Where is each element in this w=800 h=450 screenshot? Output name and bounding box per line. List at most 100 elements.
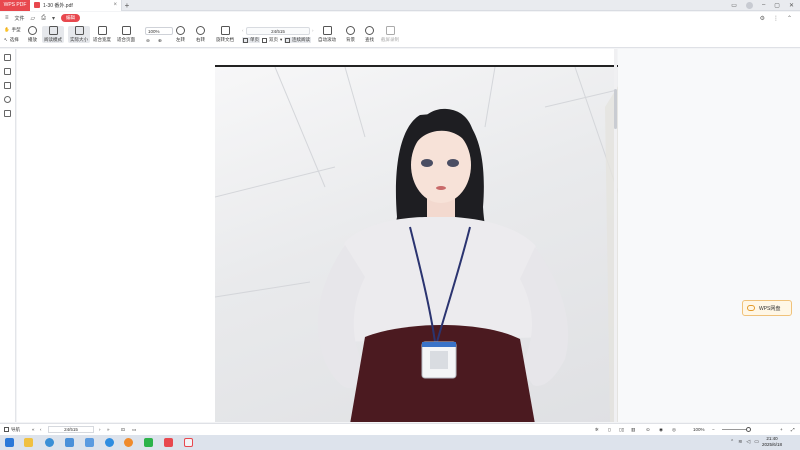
maximize-icon[interactable]: ▢ [774,2,780,9]
settings-icon[interactable]: ⚙ [760,15,765,22]
collapse-icon[interactable]: ⌃ [787,15,792,22]
nav-toggle[interactable]: 导航 [4,427,20,433]
more-icon[interactable]: ▾ [52,15,55,22]
actual-size-button[interactable]: 实际大小 [68,26,90,43]
continuous-option[interactable]: 连续阅读 [284,37,311,43]
fit-page-icon [121,26,131,35]
minimize-icon[interactable]: – [762,2,765,8]
app-tab[interactable]: WPS PDF [0,0,30,11]
app-icon-4[interactable] [124,438,133,447]
zoom-status-icon[interactable]: ◎ [672,427,676,433]
rotate-doc-button[interactable]: 旋转文档 [216,26,234,43]
status-page-input[interactable]: 24/515 [48,426,94,433]
app-icon-3[interactable] [105,438,114,447]
play-status-icon[interactable]: ⊙ [646,427,650,433]
avatar[interactable] [745,1,753,9]
continuous-view-icon[interactable]: ▥ [631,427,635,433]
zoom-minus-icon[interactable]: − [712,427,715,432]
rotate-right-button[interactable]: 右转 [196,26,205,43]
title-bar: WPS PDF 1-30 番外.pdf × + ▭ – ▢ ✕ [0,0,800,11]
play-button[interactable]: 播放 [28,26,37,43]
zoom-select[interactable]: 100% [145,27,173,35]
left-sidebar [0,49,16,422]
read-mode-label: 阅读模式 [44,37,62,42]
thumbnail-icon[interactable] [4,68,11,75]
zoom-in-icon[interactable]: ⊕ [158,38,162,44]
explorer-icon[interactable] [24,438,33,447]
taskbar-clock[interactable]: 21:40 2025/6/18 [762,436,782,448]
document-viewport[interactable] [17,49,630,422]
fit-page-button[interactable]: 适合页面 [117,26,135,43]
prev-page-status-icon[interactable]: ‹ [40,427,42,432]
prev-page-icon[interactable]: ‹ [242,28,244,33]
stamp-icon[interactable] [4,110,11,117]
active-app-icon[interactable] [184,438,193,447]
menu-row: ≡ 文件 ▱ ⎙ ▾ 编辑 ⚙ ⋮ ⌃ [0,12,800,24]
scrollbar-thumb[interactable] [614,89,617,129]
window-controls: ▭ – ▢ ✕ [731,1,800,9]
browser-icon[interactable] [45,438,54,447]
eye-icon[interactable]: ◉ [659,427,663,433]
overflow-icon[interactable]: ⋮ [773,15,779,22]
settings-status-icon[interactable]: ✲ [595,427,599,433]
close-window-icon[interactable]: ✕ [789,2,794,9]
battery-icon[interactable]: ▭ [754,439,759,445]
page-number-input[interactable]: 24/515 [246,27,310,35]
wechat-icon[interactable] [144,438,153,447]
open-folder-icon[interactable]: ▱ [31,15,36,22]
layout-icon[interactable]: ▭ [731,2,737,9]
document-tab[interactable]: 1-30 番外.pdf × [30,0,122,11]
thumbnail-toggle-icon[interactable]: ▭ [132,427,136,433]
auto-scroll-button[interactable]: 自动滚动 [318,26,336,43]
background-label: 背景 [346,37,355,42]
next-page-status-icon[interactable]: › [99,427,101,432]
wifi-icon[interactable]: ≋ [738,439,742,445]
single-page-option[interactable]: 单页 [242,37,260,43]
single-view-icon[interactable]: ▯ [608,427,610,433]
fit-icon[interactable]: ⊡ [121,427,125,433]
next-page-icon[interactable]: › [312,28,314,33]
zoom-out-icon[interactable]: ⊖ [146,38,150,44]
new-tab-button[interactable]: + [122,1,132,10]
attachment-icon[interactable] [4,96,11,103]
pdf-page [215,65,630,422]
actual-size-label: 实际大小 [70,37,88,42]
dropdown-icon: ▾ [280,37,283,42]
screen-record-label: 截屏录制 [381,37,399,42]
hand-icon: ✋ [4,27,10,32]
app-icon-1[interactable] [65,438,74,447]
background-button[interactable]: 背景 [346,26,355,43]
comment-icon[interactable] [4,82,11,89]
edit-pill-button[interactable]: 编辑 [60,14,80,22]
start-icon[interactable] [5,438,14,447]
cursor-icon: ↖ [4,37,8,42]
close-tab-icon[interactable]: × [113,2,117,8]
first-page-icon[interactable]: « [32,427,35,432]
zoom-plus-icon[interactable]: + [780,427,783,432]
volume-icon[interactable]: ◁ [746,439,750,445]
tray-chevron-icon[interactable]: ⌃ [730,439,734,445]
app-icon-2[interactable] [85,438,94,447]
wps-netdisk-button[interactable]: WPS网盘 [742,300,792,316]
zoom-slider-knob[interactable] [746,427,751,432]
hamburger-icon[interactable]: ≡ [5,15,9,21]
double-page-option[interactable]: 双页 ▾ [262,37,282,43]
double-view-icon[interactable]: ▯▯ [619,427,624,433]
file-menu[interactable]: 文件 [15,15,25,22]
wps-pdf-icon[interactable] [164,438,173,447]
read-mode-button[interactable]: 阅读模式 [42,26,64,43]
find-button[interactable]: 查找 [365,26,374,43]
screen-record-button[interactable]: 截屏录制 [381,26,399,43]
print-icon[interactable]: ⎙ [41,15,46,22]
vertical-scrollbar[interactable] [614,49,617,422]
fullscreen-icon[interactable]: ⤢ [791,427,795,432]
actual-size-icon [74,26,84,35]
select-tool[interactable]: ↖ 选择 [4,37,19,43]
single-page-label: 单页 [250,37,259,42]
fit-width-button[interactable]: 适合宽度 [93,26,111,43]
rotate-left-button[interactable]: 左转 [176,26,185,43]
hand-tool[interactable]: ✋ 手型 [4,27,21,33]
last-page-icon[interactable]: » [107,427,110,432]
continuous-label: 连续阅读 [292,37,310,42]
bookmark-icon[interactable] [4,54,11,61]
